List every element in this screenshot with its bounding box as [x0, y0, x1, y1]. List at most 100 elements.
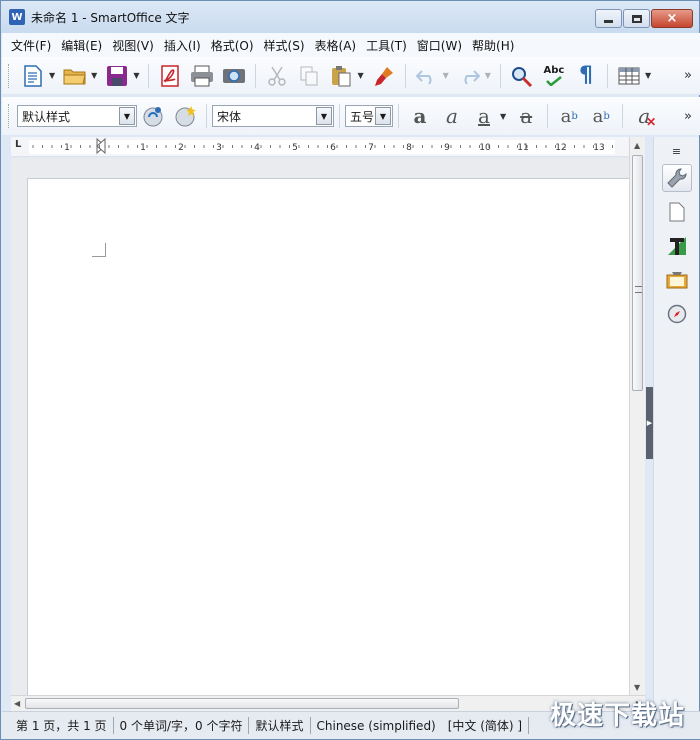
standard-toolbar: ▼ ▼ ▼ ▼ ▼ ▼ Abc ¶ ▼ » — [2, 57, 700, 95]
paste-icon[interactable] — [328, 63, 354, 89]
scroll-up-arrow-icon[interactable]: ▲ — [634, 141, 640, 150]
document-page[interactable] — [27, 178, 631, 698]
menu-file[interactable]: 文件(F) — [6, 37, 56, 54]
find-replace-icon[interactable] — [509, 63, 535, 89]
properties-icon[interactable] — [661, 164, 692, 192]
toolbar-separator — [206, 104, 207, 128]
paste-dropdown-arrow[interactable]: ▼ — [357, 71, 363, 80]
subscript-icon[interactable]: ab — [587, 103, 615, 129]
pilcrow-icon[interactable]: ¶ — [573, 63, 599, 89]
menu-view[interactable]: 视图(V) — [107, 37, 159, 54]
menu-insert[interactable]: 插入(I) — [159, 37, 206, 54]
export-pdf-icon[interactable] — [157, 63, 183, 89]
menu-help[interactable]: 帮助(H) — [467, 37, 519, 54]
ruler-ticks: 1 1 2 3 4 5 6 7 8 9 10 11 12 13 — [29, 137, 615, 155]
format-toolbar-overflow-button[interactable]: » — [684, 109, 692, 124]
font-size-select[interactable]: 五号 ▼ — [345, 105, 393, 127]
insert-table-icon[interactable] — [616, 63, 642, 89]
new-document-icon[interactable] — [20, 63, 46, 89]
toolbar-overflow-button[interactable]: » — [684, 68, 692, 83]
paragraph-style-dropdown-arrow[interactable]: ▼ — [119, 107, 135, 125]
update-style-icon[interactable] — [140, 103, 166, 129]
menu-window[interactable]: 窗口(W) — [412, 37, 467, 54]
strikethrough-icon[interactable]: a — [512, 103, 540, 129]
toolbar-grip[interactable] — [8, 104, 11, 128]
sidebar-collapse-handle[interactable]: ▶ — [646, 387, 653, 459]
pilcrow-glyph: ¶ — [578, 63, 593, 88]
sidebar-menu-icon[interactable]: ≡ — [654, 137, 699, 158]
toolbar-separator — [547, 104, 549, 128]
horizontal-ruler[interactable]: 1 1 2 3 4 5 6 7 8 9 10 11 12 13 L — [11, 137, 633, 157]
ruler-label: 5 — [292, 143, 298, 153]
toolbar-separator — [622, 104, 624, 128]
table-dropdown-arrow[interactable]: ▼ — [645, 71, 651, 80]
new-style-icon[interactable] — [172, 103, 198, 129]
spellcheck-icon[interactable]: Abc — [541, 63, 567, 89]
scroll-down-arrow-icon[interactable]: ▼ — [634, 683, 640, 692]
vertical-scroll-thumb[interactable] — [632, 155, 643, 391]
styles-icon[interactable] — [662, 232, 692, 260]
title-bar: W 未命名 1 - SmartOffice 文字 × — [1, 1, 699, 33]
font-name-dropdown-arrow[interactable]: ▼ — [316, 107, 332, 125]
navigator-icon[interactable] — [662, 300, 692, 328]
ruler-label: 1 — [64, 143, 70, 153]
toolbar-separator — [339, 104, 340, 128]
minimize-button[interactable] — [595, 9, 622, 28]
vertical-scrollbar[interactable]: ▲ ▼ — [629, 137, 645, 695]
status-page-style[interactable]: 默认样式 — [249, 717, 311, 734]
status-input-language[interactable]: [中文 (简体) ] — [442, 717, 530, 734]
italic-icon[interactable]: a — [438, 103, 466, 129]
ruler-label: 7 — [368, 143, 374, 153]
redo-dropdown-arrow[interactable]: ▼ — [485, 71, 491, 80]
gallery-icon[interactable] — [662, 266, 692, 294]
bold-icon[interactable]: a — [406, 103, 434, 129]
paragraph-style-value: 默认样式 — [22, 109, 71, 124]
menu-format[interactable]: 格式(O) — [206, 37, 259, 54]
ruler-tab-selector[interactable]: L — [15, 139, 21, 150]
open-folder-icon[interactable] — [62, 63, 88, 89]
text-boundary-corner — [92, 243, 106, 257]
scroll-thumb-grip — [635, 286, 642, 293]
paragraph-style-select[interactable]: 默认样式 ▼ — [17, 105, 137, 127]
undo-dropdown-arrow[interactable]: ▼ — [443, 71, 449, 80]
maximize-button[interactable] — [623, 9, 650, 28]
save-dropdown-arrow[interactable]: ▼ — [133, 71, 139, 80]
toolbar-grip[interactable] — [8, 63, 11, 88]
underline-icon[interactable]: a — [470, 103, 498, 129]
menu-edit[interactable]: 编辑(E) — [56, 37, 107, 54]
writer-app-icon[interactable]: W — [9, 9, 25, 25]
save-disk-icon[interactable] — [104, 63, 130, 89]
toolbar-separator — [499, 63, 501, 88]
close-button[interactable]: × — [651, 9, 693, 28]
clear-formatting-icon[interactable]: a ✕ — [630, 103, 658, 129]
undo-icon[interactable] — [414, 63, 440, 89]
print-preview-icon[interactable] — [221, 63, 247, 89]
toolbar-separator — [255, 63, 257, 88]
underline-dropdown-arrow[interactable]: ▼ — [500, 112, 506, 121]
status-word-count[interactable]: 0 个单词/字，0 个字符 — [114, 717, 250, 734]
menu-tools[interactable]: 工具(T) — [361, 37, 412, 54]
font-name-select[interactable]: 宋体 ▼ — [212, 105, 334, 127]
app-window: W 未命名 1 - SmartOffice 文字 × 文件(F) 编辑(E) 视… — [0, 0, 700, 740]
format-paintbrush-icon[interactable] — [371, 63, 397, 89]
maximize-icon — [631, 14, 642, 23]
scroll-left-arrow-icon[interactable]: ◀ — [14, 699, 20, 708]
cut-icon[interactable] — [264, 63, 290, 89]
status-page-count[interactable]: 第 1 页，共 1 页 — [10, 717, 114, 734]
menu-styles[interactable]: 样式(S) — [259, 37, 310, 54]
open-dropdown-arrow[interactable]: ▼ — [91, 71, 97, 80]
redo-icon[interactable] — [456, 63, 482, 89]
new-dropdown-arrow[interactable]: ▼ — [49, 71, 55, 80]
ruler-label: 3 — [216, 143, 222, 153]
copy-icon[interactable] — [296, 63, 322, 89]
menu-table[interactable]: 表格(A) — [310, 37, 362, 54]
font-size-dropdown-arrow[interactable]: ▼ — [375, 107, 391, 125]
status-language[interactable]: Chinese (simplified) — [311, 719, 442, 733]
page-icon[interactable] — [662, 198, 692, 226]
superscript-icon[interactable]: ab — [555, 103, 583, 129]
print-icon[interactable] — [189, 63, 215, 89]
clear-x-icon: ✕ — [646, 115, 657, 129]
horizontal-scroll-thumb[interactable] — [25, 698, 459, 709]
font-size-value: 五号 — [350, 109, 375, 124]
watermark-text: 极速下载站 — [549, 701, 685, 731]
